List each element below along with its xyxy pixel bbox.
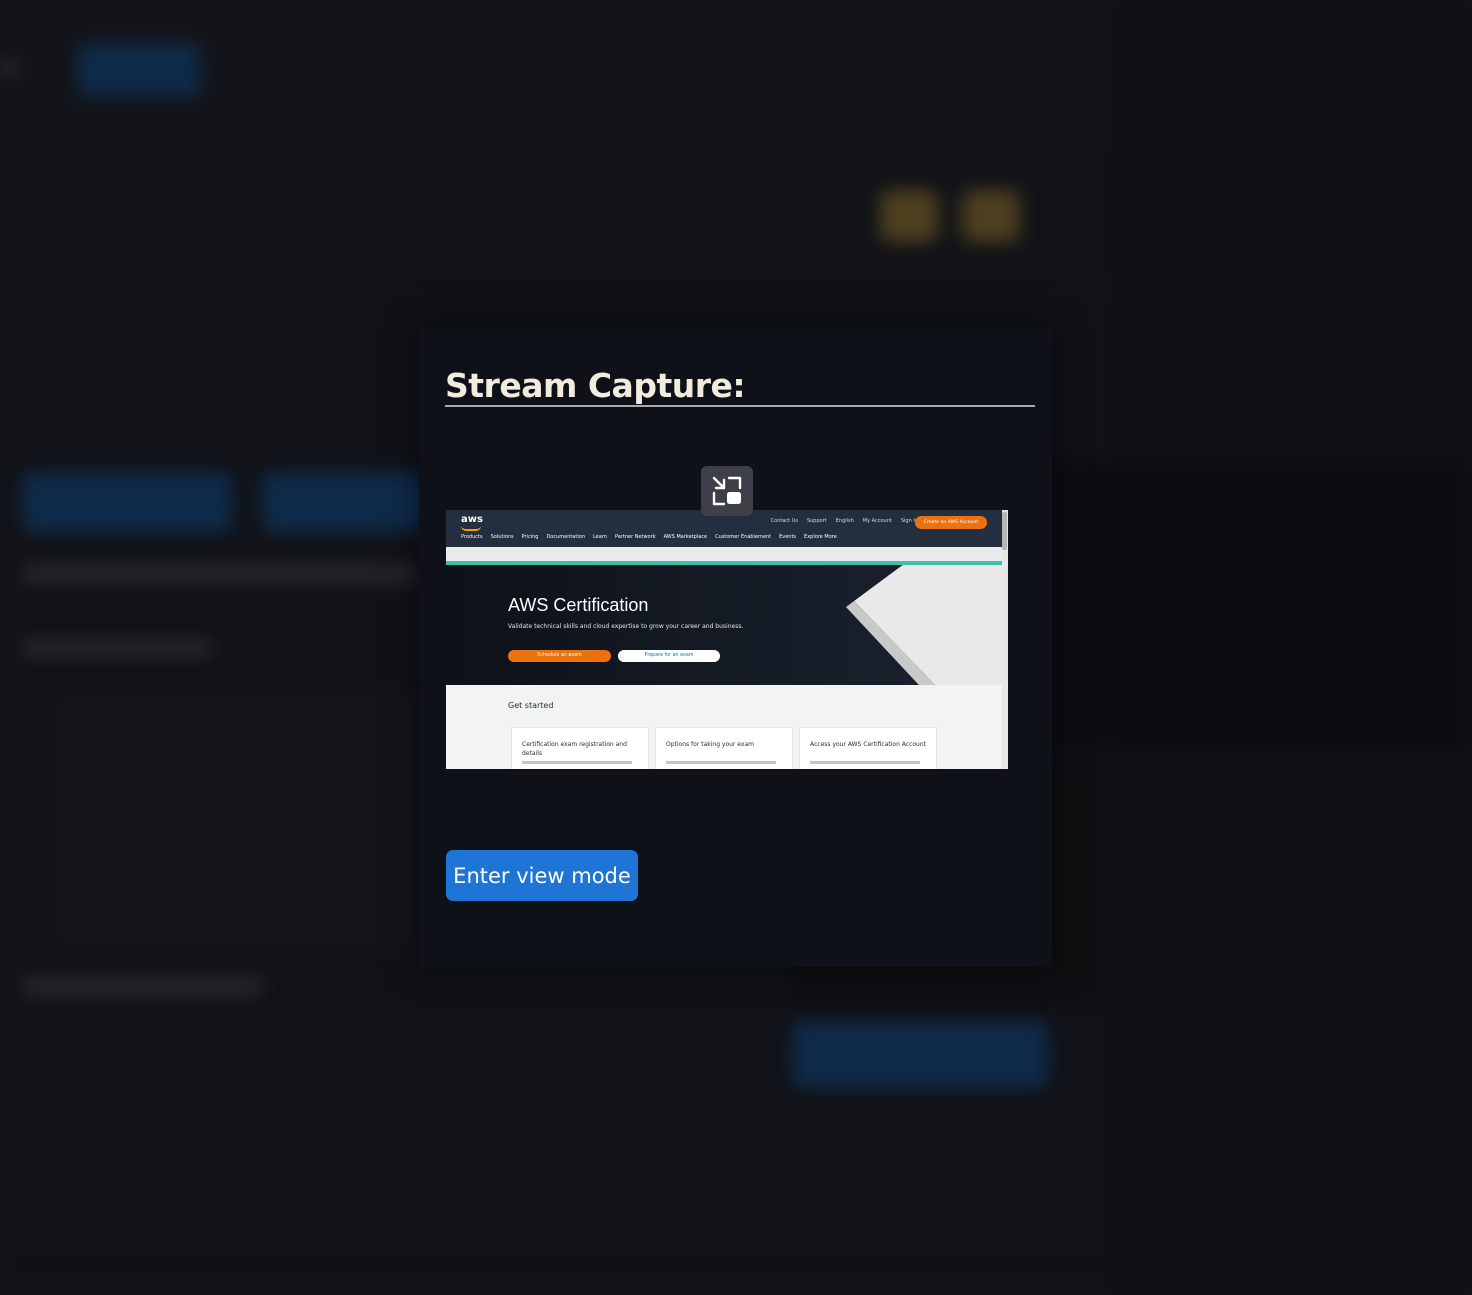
aws-card-text (666, 761, 776, 764)
aws-prepare-button: Prepare for an exam (618, 650, 720, 662)
modal-title: Stream Capture: (445, 369, 1035, 407)
stream-capture-modal: Stream Capture: aws Contact Us Support E… (419, 327, 1052, 967)
aws-card-title: Certification exam registration and deta… (522, 741, 627, 757)
aws-subnav-item: Get Trained ▾ (582, 514, 614, 519)
enter-view-mode-button[interactable]: Enter view mode (446, 850, 638, 901)
aws-subnav-item: FAQ (865, 514, 875, 519)
aws-nav-item: Solutions (490, 534, 514, 540)
aws-card: Access your AWS Certification Account (799, 727, 937, 769)
aws-nav-item: Products (461, 534, 483, 540)
aws-logo-smile-icon (461, 526, 481, 531)
aws-card-title: Options for taking your exam (666, 741, 754, 748)
aws-nav-item: Explore More (804, 534, 837, 540)
picture-in-picture-exit-icon (712, 476, 742, 506)
aws-subnav-item: Training and Certification (508, 514, 569, 519)
aws-nav-item: Partner Network (614, 534, 656, 540)
aws-subnav-item: Education Programs ▾ (798, 514, 851, 519)
aws-nav-item: Events (779, 534, 797, 540)
aws-nav-item: Customer Enablement (715, 534, 772, 540)
aws-get-started: Get started (508, 701, 554, 710)
aws-nav-item: AWS Marketplace (663, 534, 708, 540)
preview-scrollbar-thumb (1002, 512, 1007, 550)
picture-in-picture-button[interactable] (701, 466, 753, 516)
aws-card-title: Access your AWS Certification Account (810, 741, 927, 748)
aws-card: Certification exam registration and deta… (511, 727, 649, 769)
aws-nav-item: Pricing (521, 534, 539, 540)
aws-hero-title: AWS Certification (508, 595, 649, 615)
aws-nav-item: Documentation (546, 534, 585, 540)
aws-card: Options for taking your exam (655, 727, 793, 769)
aws-subnav-links: Training and Certification Get Trained ▾… (508, 514, 874, 519)
aws-card-text (810, 761, 920, 764)
aws-card-text (522, 761, 632, 764)
aws-subnav-item: Get Certified ▾ (627, 514, 663, 519)
stream-preview: aws Contact Us Support English My Accoun… (446, 510, 1008, 769)
aws-nav-item: Learn (592, 534, 607, 540)
aws-subnav (446, 547, 1008, 561)
aws-schedule-button: Schedule an exam (508, 650, 611, 662)
aws-create-account-button: Create an AWS Account (915, 516, 987, 529)
aws-hero-subtitle: Validate technical skills and cloud expe… (508, 623, 744, 630)
aws-nav: Products Solutions Pricing Documentation… (461, 534, 837, 540)
aws-logo: aws (461, 514, 483, 525)
